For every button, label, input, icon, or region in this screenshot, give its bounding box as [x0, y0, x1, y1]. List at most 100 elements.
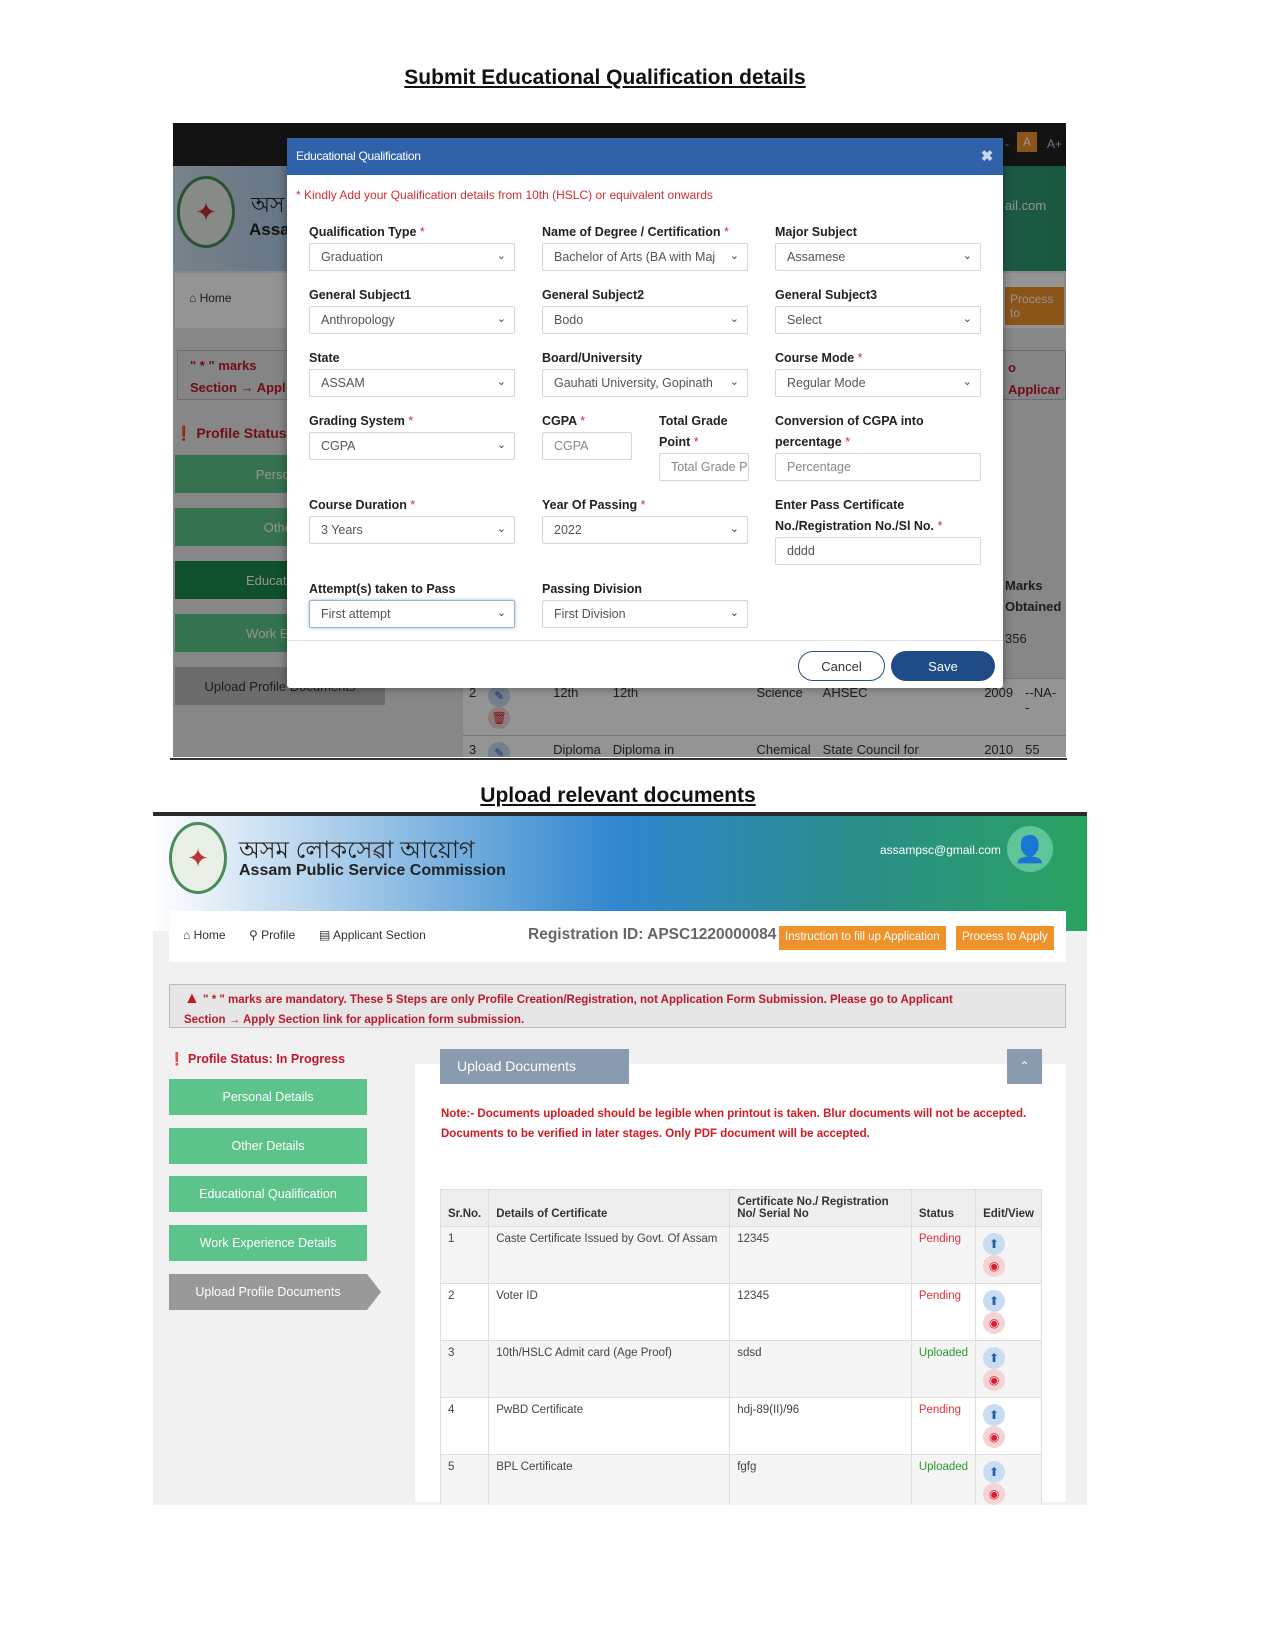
select-dropdown[interactable]: ASSAM ⌄: [309, 369, 515, 397]
upload-icon[interactable]: ⬆: [983, 1347, 1006, 1369]
cell-actions: ⬆◉: [975, 1454, 1042, 1505]
select-dropdown[interactable]: 2022 ⌄: [542, 516, 748, 544]
table-row: 5 BPL Certificate fgfg Uploaded ⬆◉: [439, 1454, 1042, 1505]
select-dropdown[interactable]: Select ⌄: [775, 306, 981, 334]
cell-certno: sdsd: [729, 1340, 912, 1398]
chevron-down-icon: ⌄: [962, 376, 972, 388]
divider: [287, 640, 1003, 641]
cell-actions: ⬆◉: [975, 1397, 1042, 1455]
status-badge: Uploaded: [910, 1340, 977, 1398]
required-mark: *: [857, 351, 863, 365]
text-input[interactable]: Percentage: [775, 453, 981, 481]
emblem-logo: ✦: [169, 822, 227, 894]
select-dropdown[interactable]: Regular Mode ⌄: [775, 369, 981, 397]
col-details: Details of Certificate: [488, 1189, 731, 1227]
selected-value: Bachelor of Arts (BA with Maj: [554, 250, 716, 264]
upload-icon[interactable]: ⬆: [983, 1461, 1006, 1483]
eye-icon[interactable]: ◉: [983, 1369, 1006, 1391]
label-text: General Subject2: [542, 288, 645, 302]
text-input[interactable]: CGPA: [542, 432, 632, 460]
upload-panel: Upload Documents ⌃ Note:- Documents uplo…: [415, 1049, 1066, 1505]
field-4: General Subject2 Bodo ⌄: [542, 285, 748, 334]
alert: ▲ " * " marks are mandatory. These 5 Ste…: [169, 984, 1066, 1028]
select-dropdown[interactable]: 3 Years ⌄: [309, 516, 515, 544]
label-text: General Subject1: [309, 288, 412, 302]
select-dropdown[interactable]: CGPA ⌄: [309, 432, 515, 460]
sidebar-upload[interactable]: Upload Profile Documents: [169, 1274, 367, 1310]
select-dropdown[interactable]: Graduation ⌄: [309, 243, 515, 271]
cell-certno: 12345: [729, 1283, 912, 1341]
sidebar-educational[interactable]: Educational Qualification: [169, 1176, 367, 1212]
field-9: Grading System * CGPA ⌄: [309, 411, 515, 460]
eye-icon[interactable]: ◉: [983, 1426, 1006, 1448]
selected-value: Gauhati University, Gopinath: [554, 376, 713, 390]
cell-details: 10th/HSLC Admit card (Age Proof): [488, 1340, 731, 1398]
nav-home[interactable]: ⌂ Home: [183, 928, 226, 942]
nav-profile[interactable]: ⚲ Profile: [249, 928, 295, 942]
eye-icon[interactable]: ◉: [983, 1312, 1006, 1334]
selected-value: Assamese: [787, 250, 846, 264]
eye-icon[interactable]: ◉: [983, 1255, 1006, 1277]
instruction-button[interactable]: Instruction to fill up Application: [779, 926, 946, 950]
chevron-down-icon: ⌄: [729, 523, 739, 535]
select-dropdown[interactable]: Anthropology ⌄: [309, 306, 515, 334]
nav-applicant-label: Applicant Section: [333, 928, 426, 942]
cell-details: Voter ID: [488, 1283, 731, 1341]
field-11: Total Grade Point * Total Grade P: [659, 411, 749, 481]
profile-status-text: Profile Status: In Progress: [188, 1052, 346, 1066]
upload-icon[interactable]: ⬆: [983, 1233, 1006, 1255]
nav-applicant[interactable]: ▤ Applicant Section: [319, 928, 426, 942]
select-dropdown[interactable]: First Division ⌄: [542, 600, 748, 628]
chevron-down-icon: ⌄: [496, 523, 506, 535]
field-label: Board/University: [542, 348, 748, 369]
modal-note: * Kindly Add your Qualification details …: [296, 188, 713, 202]
cell-actions: ⬆◉: [975, 1340, 1042, 1398]
select-dropdown[interactable]: Gauhati University, Gopinath ⌄: [542, 369, 748, 397]
select-dropdown[interactable]: Bachelor of Arts (BA with Maj ⌄: [542, 243, 748, 271]
chevron-down-icon: ⌄: [496, 439, 506, 451]
selected-value: First attempt: [321, 607, 391, 621]
chevron-down-icon: ⌄: [962, 250, 972, 262]
select-dropdown[interactable]: Bodo ⌄: [542, 306, 748, 334]
select-dropdown[interactable]: Assamese ⌄: [775, 243, 981, 271]
required-mark: *: [408, 414, 414, 428]
cell-srno: 2: [439, 1283, 490, 1341]
selected-value: First Division: [554, 607, 626, 621]
panel-title: Upload Documents: [440, 1049, 629, 1084]
section-title-qualification: Submit Educational Qualification details: [404, 66, 806, 89]
process-button[interactable]: Process to Apply: [956, 926, 1054, 950]
close-icon[interactable]: ✖: [981, 147, 994, 165]
required-mark: *: [937, 519, 943, 533]
modal-header: Educational Qualification ✖: [287, 138, 1003, 175]
sidebar-work[interactable]: Work Experience Details: [169, 1225, 367, 1261]
cell-srno: 1: [439, 1226, 490, 1284]
field-1: Name of Degree / Certification * Bachelor…: [542, 222, 748, 271]
status-badge: Uploaded: [910, 1454, 977, 1505]
brand-en: Assam Public Service Commission: [239, 862, 506, 879]
upload-icon[interactable]: ⬆: [983, 1404, 1006, 1426]
field-label: Attempt(s) taken to Pass: [309, 579, 515, 600]
nav-profile-label: Profile: [261, 928, 296, 942]
user-avatar-icon[interactable]: 👤: [1007, 826, 1053, 872]
chevron-down-icon: ⌄: [729, 376, 739, 388]
field-5: General Subject3 Select ⌄: [775, 285, 981, 334]
upload-icon[interactable]: ⬆: [983, 1290, 1006, 1312]
select-dropdown[interactable]: First attempt ⌄: [309, 600, 515, 628]
eye-icon[interactable]: ◉: [983, 1483, 1006, 1505]
label-text: Name of Degree / Certification: [542, 225, 721, 239]
label-text: Qualification Type: [309, 225, 417, 239]
text-input[interactable]: dddd: [775, 537, 981, 565]
text-input[interactable]: Total Grade P: [659, 453, 749, 481]
profile-status: ❗ Profile Status: In Progress: [169, 1052, 346, 1066]
upload-screenshot: ✦ অসম লোকসেৱা আয়োগ Assam Public Service…: [153, 812, 1087, 1505]
sidebar-other[interactable]: Other Details: [169, 1128, 367, 1164]
sidebar-personal[interactable]: Personal Details: [169, 1079, 367, 1115]
label-text: Year Of Passing: [542, 498, 638, 512]
field-13: Course Duration * 3 Years ⌄: [309, 495, 515, 544]
cancel-button[interactable]: Cancel: [798, 651, 885, 681]
required-mark: *: [410, 498, 416, 512]
field-12: Conversion of CGPA into percentage * Perc…: [775, 411, 981, 481]
collapse-chevron-icon[interactable]: ⌃: [1007, 1049, 1042, 1084]
alert-line1: ▲ " * " marks are mandatory. These 5 Ste…: [184, 989, 1051, 1010]
save-button[interactable]: Save: [891, 651, 995, 681]
